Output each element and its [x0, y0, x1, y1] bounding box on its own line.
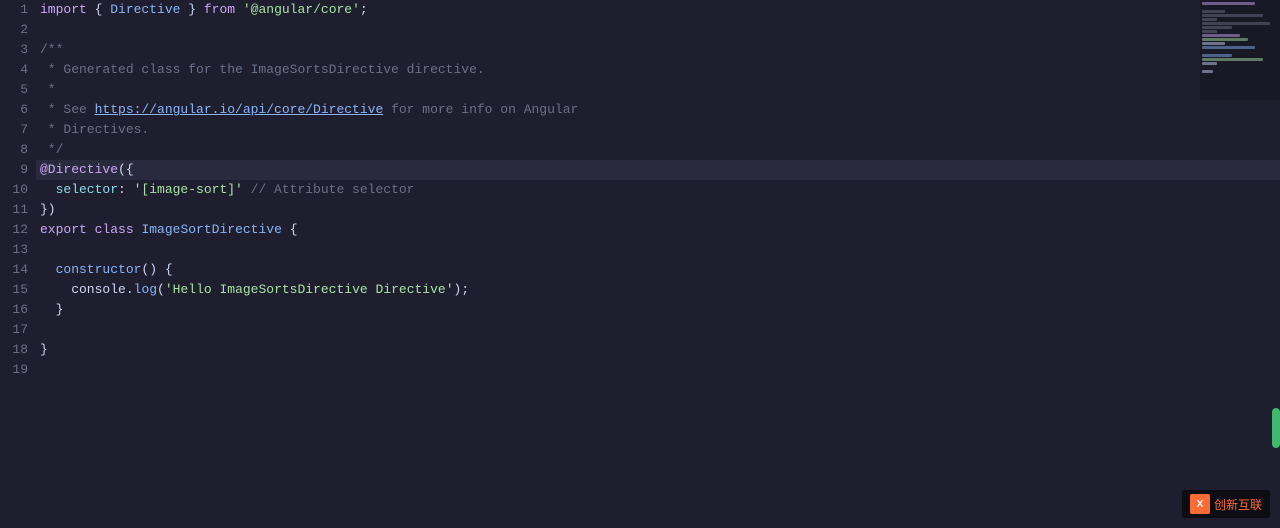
line-number: 8 — [0, 140, 36, 160]
token-string: '[image-sort]' — [134, 182, 243, 197]
code-line: export class ImageSortDirective { — [36, 220, 1280, 240]
token-white: { — [87, 2, 110, 17]
minimap-line — [1202, 2, 1255, 5]
token-comment: */ — [40, 142, 63, 157]
line-number: 5 — [0, 80, 36, 100]
line-number: 9 — [0, 160, 36, 180]
token-white: : — [118, 182, 134, 197]
token-class-name: ImageSortDirective — [141, 222, 281, 237]
line-number: 4 — [0, 60, 36, 80]
line-numbers: 12345678910111213141516171819 — [0, 0, 36, 528]
token-kw: class — [95, 222, 134, 237]
token-property: selector — [40, 182, 118, 197]
token-punctuation: } — [40, 342, 48, 357]
token-white — [235, 2, 243, 17]
code-line — [36, 240, 1280, 260]
minimap-line — [1202, 70, 1213, 73]
token-comment: * — [40, 82, 56, 97]
token-link[interactable]: https://angular.io/api/core/Directive — [95, 102, 384, 117]
minimap-line — [1202, 22, 1270, 25]
line-number: 19 — [0, 360, 36, 380]
line-number: 6 — [0, 100, 36, 120]
minimap-line — [1202, 10, 1225, 13]
line-number: 16 — [0, 300, 36, 320]
minimap-line — [1202, 18, 1217, 21]
token-decorator: @Directive — [40, 162, 118, 177]
minimap-line — [1202, 58, 1263, 61]
minimap-line — [1202, 38, 1248, 41]
minimap-line — [1202, 26, 1232, 29]
code-line: */ — [36, 140, 1280, 160]
token-fn-name: constructor — [40, 262, 141, 277]
code-line — [36, 360, 1280, 380]
token-comment: /** — [40, 42, 63, 57]
token-white: console — [40, 282, 126, 297]
line-number: 17 — [0, 320, 36, 340]
token-punctuation: } — [40, 302, 63, 317]
code-line — [36, 20, 1280, 40]
token-punctuation: }) — [40, 202, 56, 217]
code-line: import { Directive } from '@angular/core… — [36, 0, 1280, 20]
code-line: * — [36, 80, 1280, 100]
line-number: 3 — [0, 40, 36, 60]
code-line: * See https://angular.io/api/core/Direct… — [36, 100, 1280, 120]
token-string: 'Hello ImageSortsDirective Directive' — [165, 282, 454, 297]
code-line: constructor() { — [36, 260, 1280, 280]
scrollbar-indicator[interactable] — [1272, 408, 1280, 448]
token-kw: export — [40, 222, 87, 237]
minimap — [1200, 0, 1280, 100]
token-punctuation: ; — [360, 2, 368, 17]
minimap-line — [1202, 42, 1225, 45]
code-line: * Generated class for the ImageSortsDire… — [36, 60, 1280, 80]
token-kw: from — [204, 2, 235, 17]
token-punctuation: ); — [454, 282, 470, 297]
code-line: /** — [36, 40, 1280, 60]
line-number: 10 — [0, 180, 36, 200]
token-punctuation: { — [282, 222, 298, 237]
code-editor: 12345678910111213141516171819 import { D… — [0, 0, 1280, 528]
code-line: }) — [36, 200, 1280, 220]
token-punctuation: ( — [157, 282, 165, 297]
line-number: 12 — [0, 220, 36, 240]
code-line: } — [36, 300, 1280, 320]
watermark: X 创新互联 — [1182, 490, 1270, 518]
watermark-icon: X — [1190, 494, 1210, 514]
code-line: @Directive({ — [36, 160, 1280, 180]
minimap-line — [1202, 46, 1255, 49]
minimap-line — [1202, 54, 1232, 57]
token-punctuation: () { — [141, 262, 172, 277]
token-comment: * Directives. — [40, 122, 149, 137]
token-punctuation: . — [126, 282, 134, 297]
token-class-name: Directive — [110, 2, 180, 17]
watermark-text: 创新互联 — [1214, 496, 1262, 513]
code-line — [36, 320, 1280, 340]
line-number: 1 — [0, 0, 36, 20]
code-content[interactable]: import { Directive } from '@angular/core… — [36, 0, 1280, 528]
code-line: selector: '[image-sort]' // Attribute se… — [36, 180, 1280, 200]
minimap-line — [1202, 14, 1263, 17]
minimap-line — [1202, 34, 1240, 37]
line-number: 13 — [0, 240, 36, 260]
line-number: 15 — [0, 280, 36, 300]
minimap-line — [1202, 30, 1217, 33]
token-comment: * See — [40, 102, 95, 117]
code-line: console.log('Hello ImageSortsDirective D… — [36, 280, 1280, 300]
token-kw: import — [40, 2, 87, 17]
token-white — [87, 222, 95, 237]
token-comment: // Attribute selector — [243, 182, 415, 197]
line-number: 14 — [0, 260, 36, 280]
token-method: log — [134, 282, 157, 297]
line-number: 11 — [0, 200, 36, 220]
line-number: 18 — [0, 340, 36, 360]
line-number: 2 — [0, 20, 36, 40]
code-line: * Directives. — [36, 120, 1280, 140]
code-line: } — [36, 340, 1280, 360]
minimap-line — [1202, 62, 1217, 65]
token-punctuation: ({ — [118, 162, 134, 177]
token-white: } — [180, 2, 203, 17]
line-number: 7 — [0, 120, 36, 140]
token-string: '@angular/core' — [243, 2, 360, 17]
token-comment: * Generated class for the ImageSortsDire… — [40, 62, 485, 77]
token-comment: for more info on Angular — [383, 102, 578, 117]
